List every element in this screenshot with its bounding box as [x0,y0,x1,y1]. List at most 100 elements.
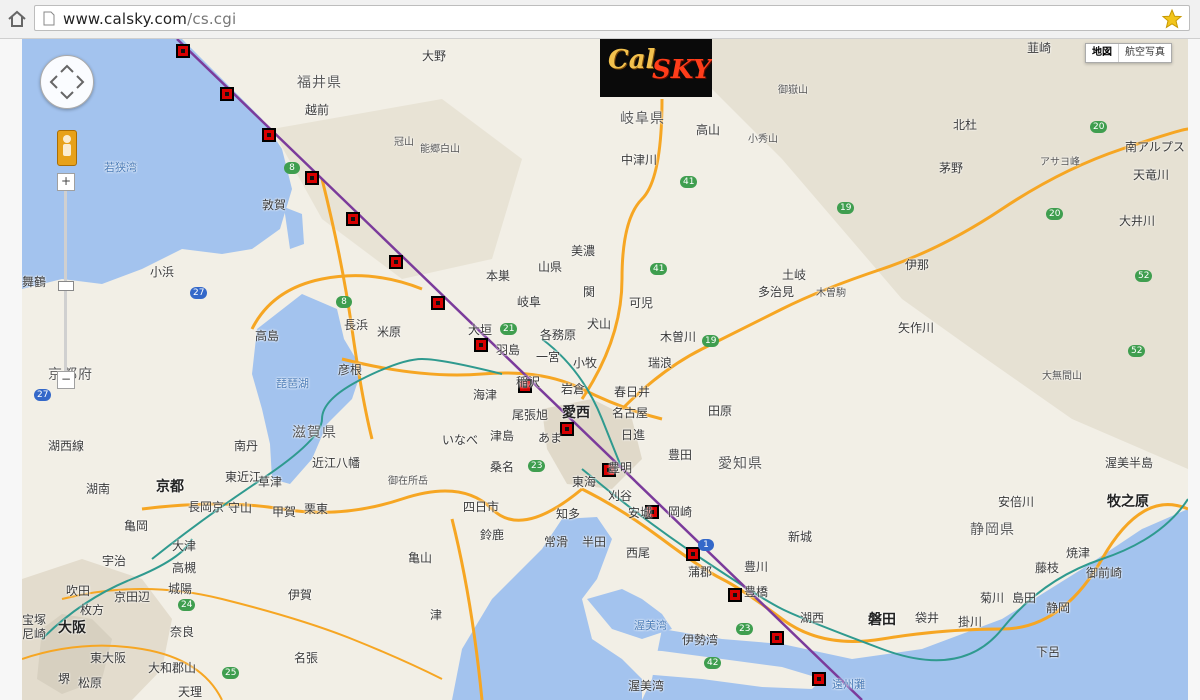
city-label: 袋井 [915,611,940,625]
city-label: 田原 [708,404,733,418]
track-marker[interactable] [431,296,445,310]
city-label: 焼津 [1066,546,1091,560]
zoom-in-button[interactable]: + [57,173,75,191]
pref-label: 岐阜県 [620,111,665,127]
city-label: 美濃 [571,244,596,258]
track-marker[interactable] [346,212,360,226]
city-label: 常滑 [544,535,569,549]
track-marker[interactable] [770,631,784,645]
route-shield: 41 [650,263,668,275]
map-canvas[interactable]: 福井県 岐阜県 滋賀県 京都府 愛知県 静岡県 京都 大阪 愛西 磐田 牧之原 … [22,39,1188,700]
city-label: 本巣 [486,269,511,283]
city-label: 各務原 [540,328,577,342]
route-shield: 25 [222,667,240,679]
browser-toolbar: www.calsky.com/cs.cgi [0,0,1200,39]
zoom-out-button[interactable]: − [57,371,75,389]
route-shield: 52 [1128,345,1146,357]
city-label: 大垣 [468,323,493,337]
url-text[interactable]: www.calsky.com/cs.cgi [63,10,236,28]
city-label: 守山 [228,501,253,515]
city-label: 瑞浪 [648,356,673,370]
city-label: 京都 [156,479,184,495]
track-marker[interactable] [262,128,276,142]
track-marker[interactable] [474,338,488,352]
city-label: 草津 [258,475,283,489]
track-marker[interactable] [389,255,403,269]
mountain-label: 能郷白山 [420,144,460,155]
city-label: 天竜川 [1133,168,1170,182]
zoom-control: + − [57,173,75,397]
city-label: 新城 [788,530,813,544]
pan-control[interactable] [40,55,94,109]
city-label: 南丹 [234,439,259,453]
track-marker[interactable] [686,547,700,561]
track-marker[interactable] [812,672,826,686]
city-label: 愛西 [562,405,590,421]
zoom-slider-handle[interactable] [58,281,74,291]
city-label: 安倍川 [998,495,1035,509]
track-marker[interactable] [176,44,190,58]
city-label: 越前 [305,103,330,117]
track-marker[interactable] [728,588,742,602]
pan-arrows-icon [49,64,85,100]
city-label: 宝塚 [22,613,47,627]
city-label: 一宮 [536,350,561,364]
city-label: 安城 [628,506,653,520]
pegman-icon[interactable] [57,130,77,166]
city-label: 渥美半島 [1105,456,1154,470]
city-label: 高山 [696,123,721,137]
city-label: 近江八幡 [312,456,361,470]
city-label: 京田辺 [114,590,151,604]
city-label: いなべ [442,433,479,447]
mountain-label: 御嶽山 [778,85,808,96]
city-label: 春日井 [614,385,651,399]
city-label: 亀岡 [124,519,149,533]
route-shield: 1 [698,539,714,551]
city-label: 小牧 [573,356,598,370]
city-label: 名張 [294,651,319,665]
city-label: 大津 [172,539,197,553]
water-label: 渥美湾 [634,619,667,632]
route-shield: 42 [704,657,722,669]
water-label: 琵琶湖 [276,377,309,390]
city-label: 山県 [538,260,563,274]
route-shield: 41 [680,176,698,188]
city-label: 蒲郡 [688,565,713,579]
address-bar[interactable]: www.calsky.com/cs.cgi [34,5,1190,31]
city-label: 湖南 [86,482,111,496]
city-label: 津島 [490,429,515,443]
city-label: 枚方 [80,603,105,617]
city-label: 中津川 [621,153,658,167]
city-label: 多治見 [758,285,795,299]
city-label: 小浜 [150,265,175,279]
track-marker[interactable] [560,422,574,436]
city-label: 磐田 [868,612,896,628]
pref-label: 福井県 [297,75,342,91]
city-label: 長岡京 [188,500,225,514]
city-label: 掛川 [958,615,983,629]
city-label: 四日市 [463,500,500,514]
track-marker[interactable] [220,87,234,101]
city-label: 亀山 [408,551,433,565]
logo-text-cal: Cal [608,45,656,75]
bookmark-star-icon[interactable] [1161,8,1183,30]
url-path: /cs.cgi [187,10,237,28]
map-type-satellite-button[interactable]: 航空写真 [1119,44,1171,62]
mountain-label: アサヨ峰 [1040,157,1080,168]
track-marker[interactable] [305,171,319,185]
city-label: 牧之原 [1107,494,1149,510]
city-label: 宇治 [102,554,127,568]
city-label: 伊賀 [288,588,313,602]
pref-label: 滋賀県 [292,425,337,441]
city-label: 大阪 [58,620,86,636]
map-type-map-button[interactable]: 地図 [1086,44,1119,62]
route-shield: 8 [336,296,352,308]
home-icon[interactable] [6,9,28,29]
city-label: 長浜 [344,318,369,332]
city-label: 渥美湾 [628,679,665,693]
city-label: 米原 [377,325,402,339]
city-label: 南アルプス [1125,140,1185,154]
route-shield: 27 [190,287,208,299]
water-label: 若狭湾 [104,161,137,174]
city-label: 城陽 [168,582,193,596]
